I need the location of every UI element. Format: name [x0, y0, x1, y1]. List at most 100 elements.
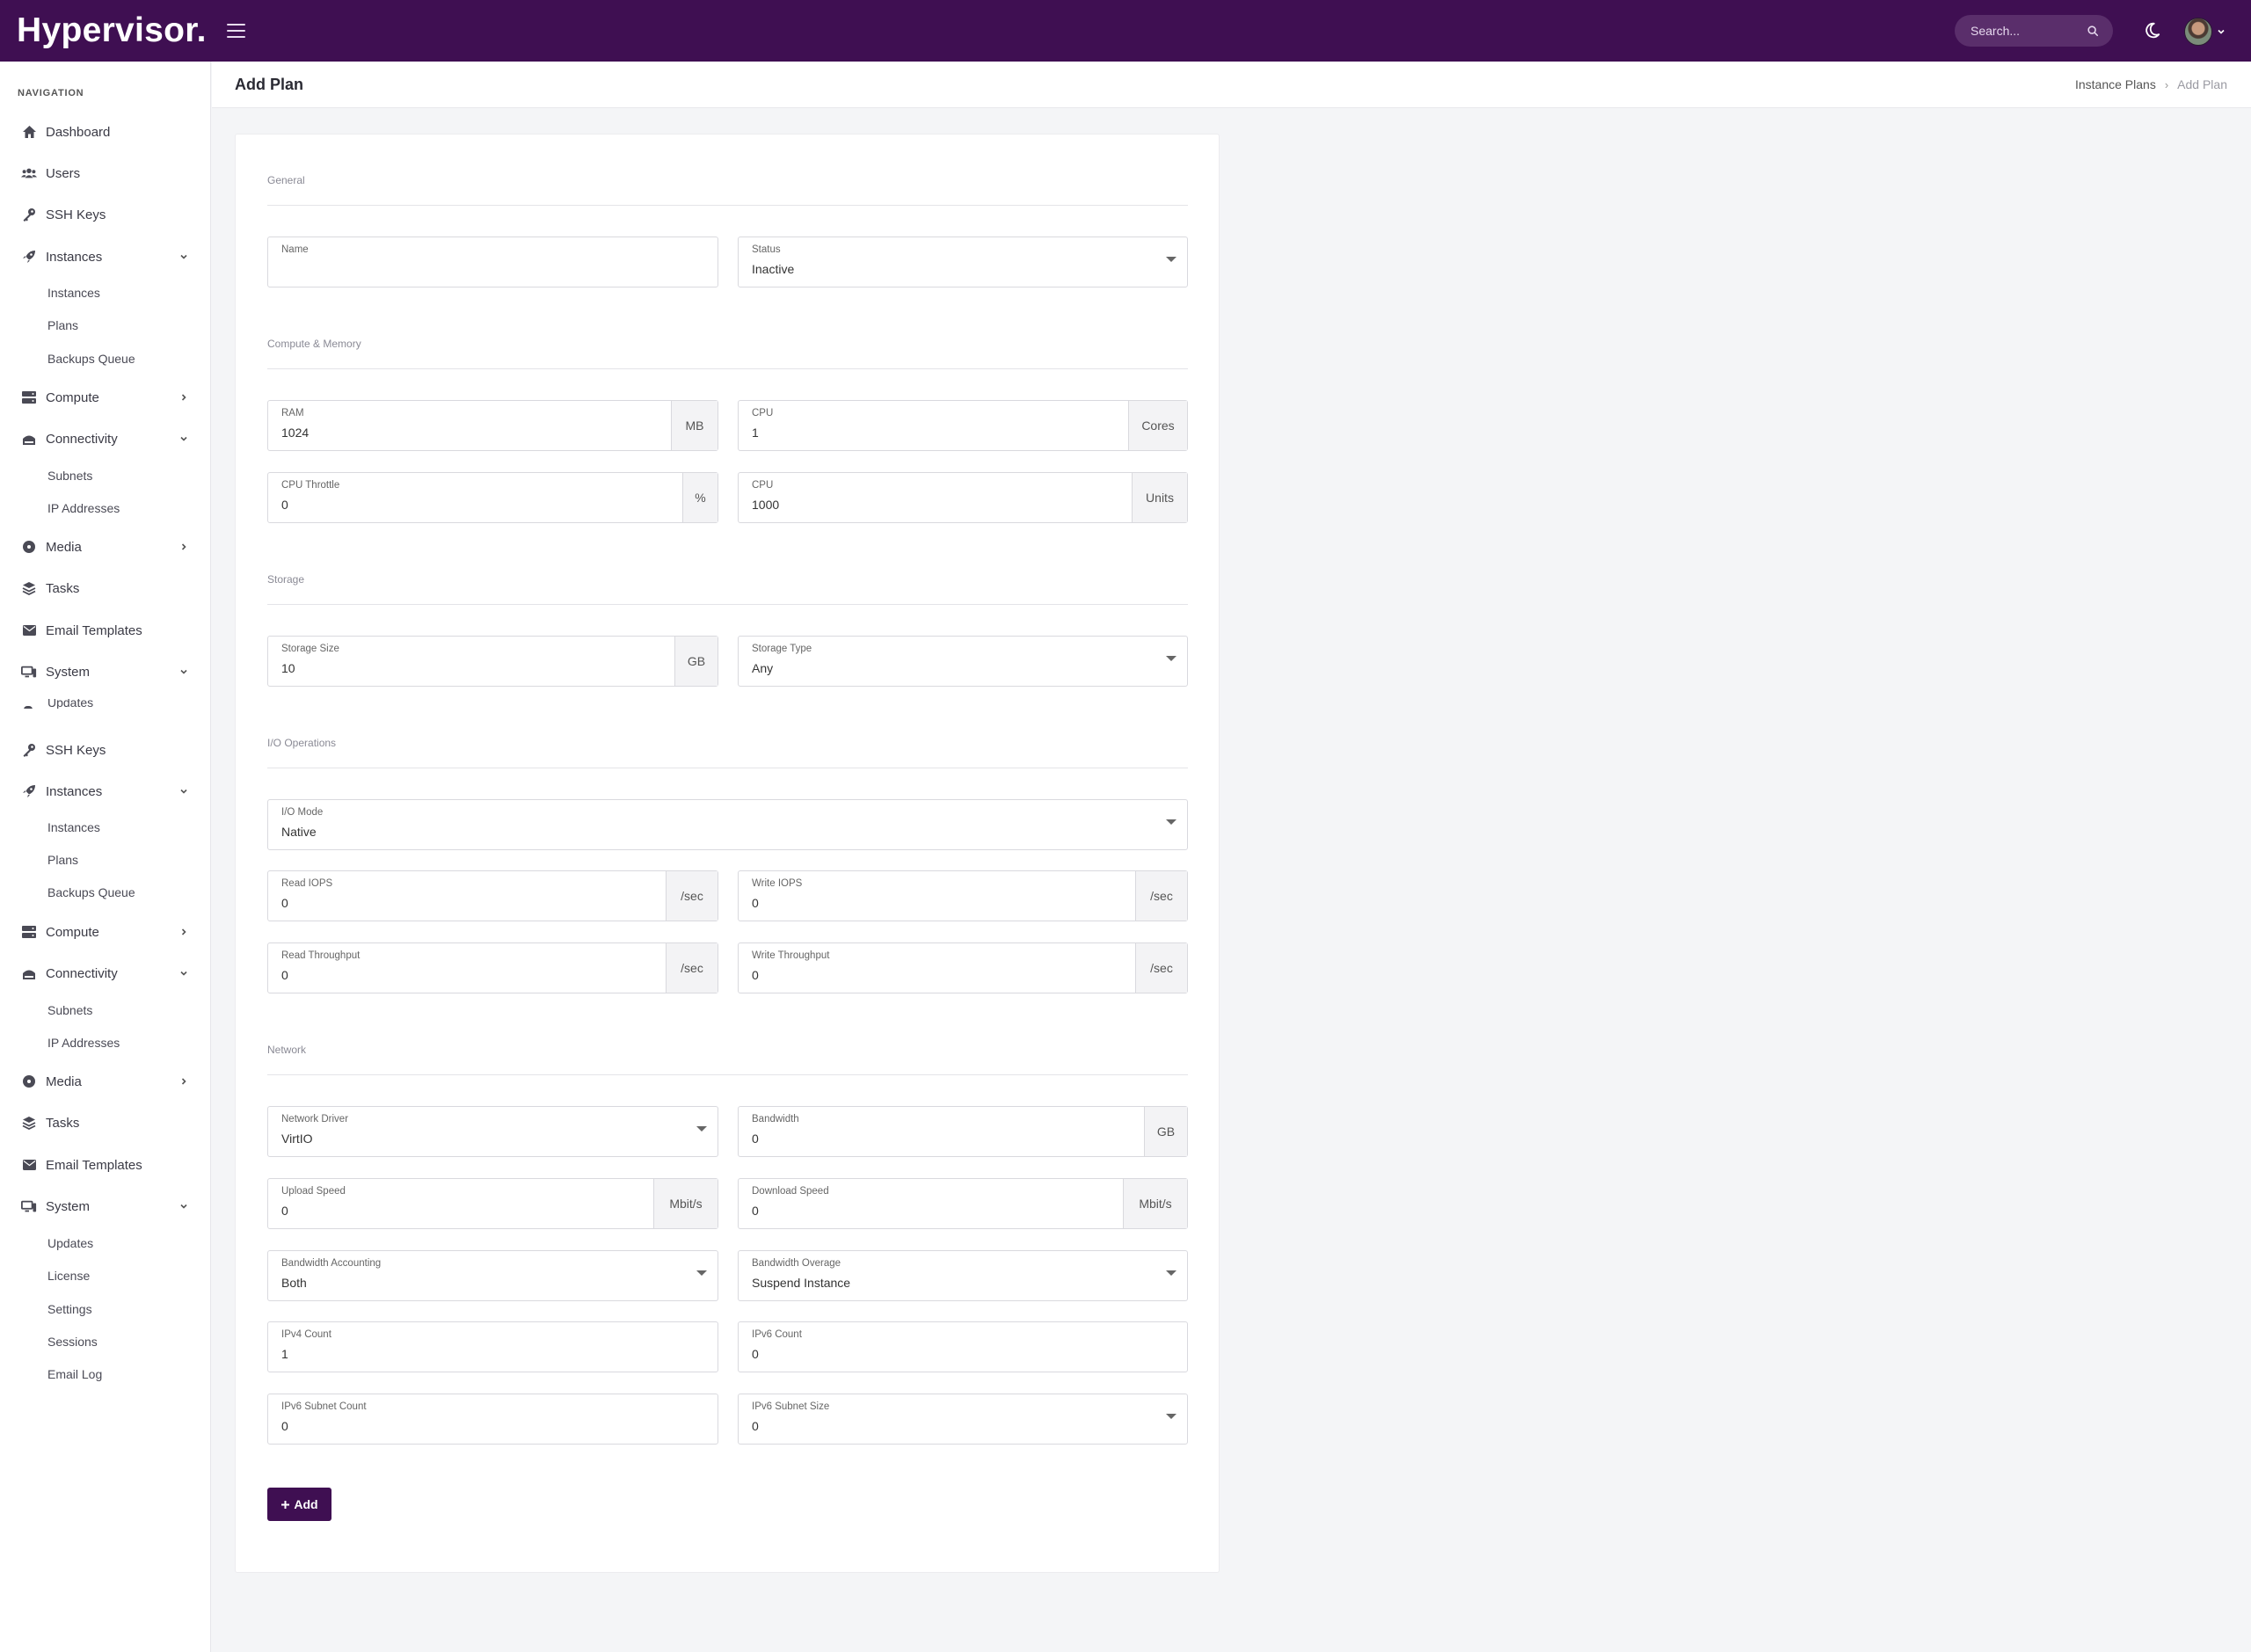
ipv6-subnet-count-field[interactable]: IPv6 Subnet Count 0	[267, 1394, 718, 1445]
bandwidth-accounting-select[interactable]: Bandwidth Accounting Both	[267, 1250, 718, 1301]
user-menu[interactable]	[2184, 18, 2226, 46]
name-field[interactable]: Name	[267, 237, 718, 287]
ipv6-subnet-size-select[interactable]: IPv6 Subnet Size 0	[738, 1394, 1188, 1445]
sidebar-item-dashboard[interactable]: Dashboard	[0, 119, 211, 145]
sidebar-sub-backups-queue[interactable]: Backups Queue	[47, 883, 135, 902]
sidebar: NAVIGATION Dashboard Users SSH Keys Inst…	[0, 62, 211, 1652]
sidebar-item-tasks[interactable]: Tasks	[0, 575, 211, 601]
sidebar-item-system[interactable]: System	[0, 1193, 211, 1219]
sidebar-sub-email-log[interactable]: Email Log	[47, 1365, 102, 1384]
upload-speed-field[interactable]: Upload Speed 0 Mbit/s	[267, 1178, 718, 1229]
caret-down-icon	[1166, 1414, 1176, 1419]
chevron-down-icon[interactable]	[178, 786, 189, 797]
sidebar-item-instances[interactable]: Instances	[0, 778, 211, 804]
sidebar-item-users[interactable]: Users	[0, 160, 211, 186]
cpu-units-field[interactable]: CPU 1000 Units	[738, 472, 1188, 523]
sidebar-sub-subnets[interactable]: Subnets	[47, 1001, 92, 1020]
section-title-storage: Storage	[267, 573, 305, 586]
rocket-icon	[21, 783, 37, 799]
cpu-cores-field[interactable]: CPU 1 Cores	[738, 400, 1188, 451]
sidebar-sub-sessions[interactable]: Sessions	[47, 1332, 98, 1351]
read-iops-field[interactable]: Read IOPS 0 /sec	[267, 870, 718, 921]
search-box[interactable]	[1955, 15, 2113, 47]
ipv6-count-field[interactable]: IPv6 Count 0	[738, 1321, 1188, 1372]
read-throughput-unit-addon: /sec	[666, 943, 718, 993]
sidebar-sub-instances[interactable]: Instances	[47, 818, 100, 837]
bandwidth-field[interactable]: Bandwidth 0 GB	[738, 1106, 1188, 1157]
sidebar-item-email-templates[interactable]: Email Templates	[0, 617, 211, 644]
sidebar-item-email-templates[interactable]: Email Templates	[0, 1152, 211, 1178]
chevron-right-icon[interactable]	[178, 542, 189, 552]
home-icon	[21, 124, 37, 140]
sidebar-item-compute[interactable]: Compute	[0, 384, 211, 411]
sidebar-sub-ip-addresses[interactable]: IP Addresses	[47, 499, 120, 518]
write-throughput-field[interactable]: Write Throughput 0 /sec	[738, 942, 1188, 993]
chevron-down-icon[interactable]	[178, 666, 189, 677]
sidebar-item-connectivity[interactable]: Connectivity	[0, 426, 211, 452]
disc-icon	[21, 1073, 37, 1089]
ram-field[interactable]: RAM 1024 MB	[267, 400, 718, 451]
caret-down-icon	[1166, 257, 1176, 262]
sidebar-item-system[interactable]: System	[0, 659, 211, 685]
breadcrumb-instance-plans[interactable]: Instance Plans	[2075, 77, 2156, 91]
brand-logo[interactable]: Hypervisor.	[17, 11, 224, 50]
network-icon	[21, 965, 37, 981]
section-title-general: General	[267, 174, 305, 186]
sidebar-item-media[interactable]: Media	[0, 534, 211, 560]
cpu-throttle-field[interactable]: CPU Throttle 0 %	[267, 472, 718, 523]
sidebar-sub-ip-addresses[interactable]: IP Addresses	[47, 1033, 120, 1052]
sidebar-sub-updates[interactable]: Updates	[47, 1234, 93, 1253]
dark-mode-moon-icon[interactable]	[2142, 21, 2161, 40]
storage-type-select[interactable]: Storage Type Any	[738, 636, 1188, 687]
avatar[interactable]	[2184, 18, 2212, 46]
cpu-cores-unit-addon: Cores	[1128, 401, 1187, 450]
sidebar-sub-backups-queue[interactable]: Backups Queue	[47, 349, 135, 368]
server-icon	[21, 924, 37, 940]
read-iops-unit-addon: /sec	[666, 871, 718, 921]
caret-down-icon	[1166, 656, 1176, 661]
chevron-down-icon[interactable]	[178, 251, 189, 262]
cpu-throttle-unit-addon: %	[682, 473, 718, 522]
chevron-down-icon[interactable]	[178, 968, 189, 979]
sidebar-sub-plans[interactable]: Plans	[47, 850, 78, 870]
server-icon	[21, 389, 37, 405]
section-divider	[267, 368, 1188, 369]
section-title-compute: Compute & Memory	[267, 338, 361, 350]
bandwidth-overage-select[interactable]: Bandwidth Overage Suspend Instance	[738, 1250, 1188, 1301]
download-speed-field[interactable]: Download Speed 0 Mbit/s	[738, 1178, 1188, 1229]
chevron-right-icon[interactable]	[178, 392, 189, 403]
search-icon[interactable]	[2087, 25, 2099, 37]
sidebar-item-media[interactable]: Media	[0, 1068, 211, 1095]
sidebar-sub-settings[interactable]: Settings	[47, 1299, 92, 1319]
chevron-right-icon[interactable]	[178, 927, 189, 937]
write-iops-field[interactable]: Write IOPS 0 /sec	[738, 870, 1188, 921]
read-throughput-field[interactable]: Read Throughput 0 /sec	[267, 942, 718, 993]
storage-size-field[interactable]: Storage Size 10 GB	[267, 636, 718, 687]
sidebar-item-connectivity[interactable]: Connectivity	[0, 960, 211, 986]
chevron-down-icon[interactable]	[178, 433, 189, 444]
breadcrumb: Instance Plans › Add Plan	[2075, 77, 2227, 91]
status-select[interactable]: Status Inactive	[738, 237, 1188, 287]
menu-toggle-icon[interactable]	[227, 18, 253, 44]
sidebar-item-instances[interactable]: Instances	[0, 244, 211, 270]
network-icon	[21, 431, 37, 447]
sidebar-sub-instances[interactable]: Instances	[47, 283, 100, 302]
search-input[interactable]	[1971, 24, 2087, 38]
page-header: Add Plan Instance Plans › Add Plan	[212, 62, 2251, 108]
chevron-down-icon[interactable]	[2217, 27, 2226, 36]
add-plan-button[interactable]: Add	[267, 1488, 331, 1521]
sidebar-sub-plans[interactable]: Plans	[47, 316, 78, 335]
chevron-right-icon[interactable]	[178, 1076, 189, 1087]
caret-down-icon	[696, 1270, 707, 1276]
sidebar-sub-subnets[interactable]: Subnets	[47, 466, 92, 485]
sidebar-item-ssh-keys[interactable]: SSH Keys	[0, 201, 211, 228]
plus-icon	[281, 1500, 290, 1509]
chevron-down-icon[interactable]	[178, 1201, 189, 1212]
sidebar-item-tasks[interactable]: Tasks	[0, 1110, 211, 1136]
io-mode-select[interactable]: I/O Mode Native	[267, 799, 1188, 850]
sidebar-item-ssh-keys[interactable]: SSH Keys	[0, 737, 211, 763]
sidebar-sub-license[interactable]: License	[47, 1266, 90, 1285]
ipv4-count-field[interactable]: IPv4 Count 1	[267, 1321, 718, 1372]
network-driver-select[interactable]: Network Driver VirtIO	[267, 1106, 718, 1157]
sidebar-item-compute[interactable]: Compute	[0, 919, 211, 945]
